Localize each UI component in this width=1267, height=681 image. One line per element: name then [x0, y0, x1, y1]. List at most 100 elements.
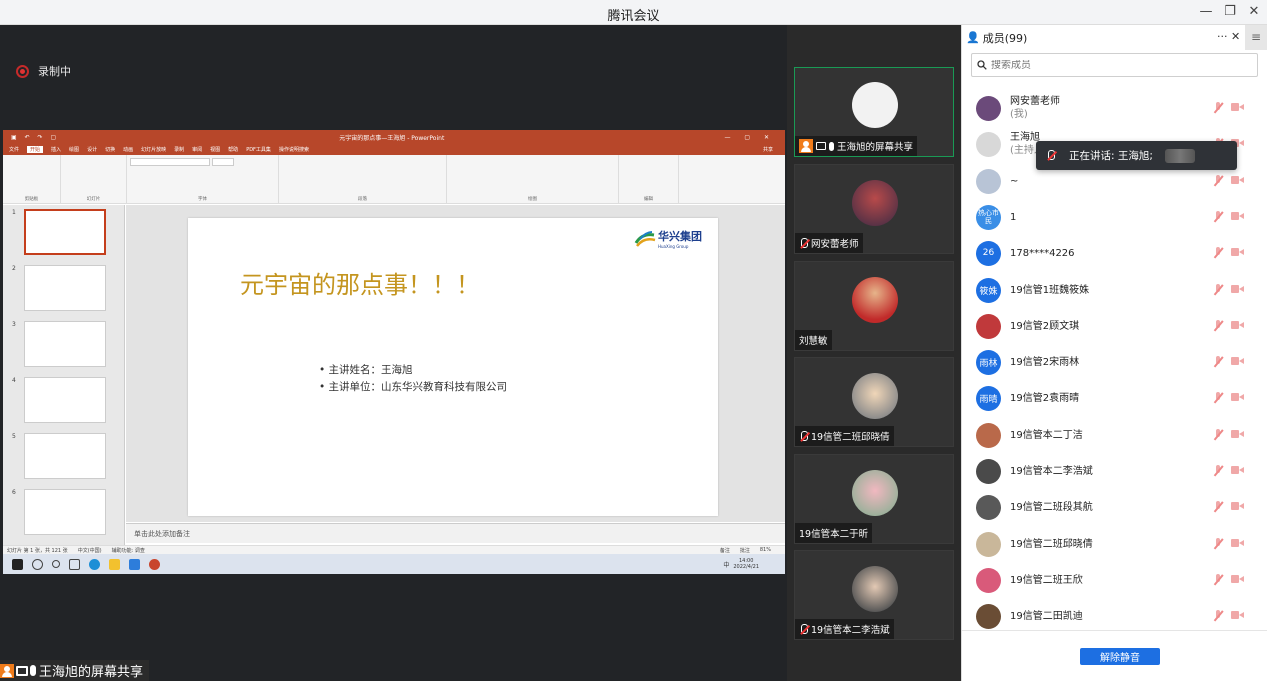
- member-name: 19信管二班段其航: [1010, 501, 1093, 513]
- screen-share-icon: [816, 142, 826, 150]
- member-avatar: [976, 494, 1001, 520]
- ppt-status-bar: 幻灯片 第 1 张，共 121 张 中文(中国) 辅助功能: 调查 备注 批注 …: [3, 545, 785, 554]
- ppt-menu-animations: 动画: [123, 147, 134, 153]
- ribbon-group-editing: 编辑: [619, 155, 679, 203]
- member-name: 19信管本二李浩斌: [1010, 465, 1093, 477]
- member-row[interactable]: 雨晴 19信管2袁雨晴: [976, 383, 1258, 413]
- member-row[interactable]: ~: [976, 166, 1258, 196]
- ppt-menu-help: 帮助: [228, 147, 239, 153]
- camera-off-icon[interactable]: [1231, 610, 1244, 620]
- panel-menu-button[interactable]: ≡: [1245, 25, 1267, 50]
- status-comments: 批注: [739, 547, 750, 554]
- member-row[interactable]: 26 178****4226: [976, 238, 1258, 268]
- member-name: 19信管2宋雨林: [1010, 356, 1080, 368]
- recording-indicator[interactable]: 录制中: [16, 63, 71, 79]
- mic-off-icon[interactable]: [1213, 284, 1223, 296]
- member-row[interactable]: 19信管二班邱晓倩: [976, 529, 1258, 559]
- video-tile[interactable]: 19信管本二于昕: [794, 454, 954, 544]
- more-options-button[interactable]: ···: [1217, 30, 1228, 43]
- slide-thumbnail: [24, 321, 106, 367]
- restore-button[interactable]: ❐: [1218, 2, 1242, 22]
- mic-off-icon[interactable]: [1213, 102, 1223, 114]
- ppt-quick-access-icon: ▣ ↶ ↷ ▢: [11, 133, 60, 141]
- camera-off-icon[interactable]: [1231, 356, 1244, 366]
- mic-off-icon[interactable]: [1213, 538, 1223, 550]
- camera-off-icon[interactable]: [1231, 102, 1244, 112]
- member-row[interactable]: 19信管本二丁洁: [976, 420, 1258, 450]
- member-row[interactable]: 热心市民 1: [976, 202, 1258, 232]
- ribbon-group-drawing: 绘图: [447, 155, 619, 203]
- logo-text: 华兴集团: [658, 230, 702, 243]
- slide-thumbnail: [24, 209, 106, 255]
- camera-off-icon[interactable]: [1231, 465, 1244, 475]
- mic-off-icon[interactable]: [1213, 501, 1223, 513]
- mic-off-icon[interactable]: [1213, 175, 1223, 187]
- camera-off-icon[interactable]: [1231, 574, 1244, 584]
- ppt-menu-file: 文件: [9, 147, 20, 153]
- ppt-menu-tellme: 操作说明搜索: [278, 147, 309, 153]
- mic-off-icon[interactable]: [1213, 610, 1223, 622]
- ppt-menu-view: 视图: [210, 147, 221, 153]
- close-button[interactable]: ✕: [1242, 2, 1266, 22]
- panel-title: 成员(99): [982, 31, 1028, 45]
- ppt-menu-design: 设计: [87, 147, 98, 153]
- video-tile[interactable]: 19信管二班邱晓倩: [794, 357, 954, 447]
- member-avatar: 26: [976, 240, 1001, 266]
- mic-off-icon[interactable]: [1213, 392, 1223, 404]
- thumb-number: 3: [12, 321, 16, 328]
- windows-start-icon: [12, 558, 23, 570]
- member-avatar: [976, 458, 1001, 484]
- member-panel: 👤 成员(99) ··· ✕ ≡ 网安蕾老师(我) 王海旭(主持人) ~ 热心市…: [961, 25, 1267, 681]
- member-row[interactable]: 19信管二班段其航: [976, 492, 1258, 522]
- slide-thumbnail: [24, 433, 106, 479]
- camera-off-icon[interactable]: [1231, 501, 1244, 511]
- member-row[interactable]: 19信管二班王欣: [976, 565, 1258, 595]
- tile-label: 19信管本二于昕: [795, 523, 873, 543]
- video-tile[interactable]: 刘慧敏: [794, 261, 954, 351]
- camera-off-icon[interactable]: [1231, 175, 1244, 185]
- mic-off-icon[interactable]: [1213, 211, 1223, 223]
- ppt-ribbon: 剪贴板 幻灯片 字体 段落 绘图 编辑: [3, 155, 785, 204]
- camera-off-icon[interactable]: [1231, 247, 1244, 257]
- member-row[interactable]: 筱姝 19信管1班魏筱姝: [976, 275, 1258, 305]
- ppt-menu-pdf: PDF工具集: [246, 147, 271, 153]
- member-avatar: 雨林: [976, 349, 1001, 375]
- screen-share-icon: [16, 665, 28, 676]
- minimize-button[interactable]: —: [1194, 2, 1218, 22]
- camera-off-icon[interactable]: [1231, 538, 1244, 548]
- mic-icon: [829, 141, 834, 151]
- search-input[interactable]: [991, 59, 1231, 71]
- mic-off-icon[interactable]: [1213, 320, 1223, 332]
- camera-off-icon[interactable]: [1231, 392, 1244, 402]
- mic-off-icon[interactable]: [1213, 429, 1223, 441]
- ppt-menu-bar: 文件 开始 插入 绘图 设计 切换 动画 幻灯片放映 录制 审阅 视图 帮助 P…: [3, 144, 785, 155]
- member-name: ~: [1010, 175, 1019, 187]
- ribbon-group-paragraph: 段落: [279, 155, 447, 203]
- video-tile[interactable]: 网安蕾老师: [794, 164, 954, 254]
- panel-close-button[interactable]: ✕: [1231, 30, 1240, 43]
- video-tile[interactable]: 王海旭的屏幕共享: [794, 67, 954, 157]
- member-row[interactable]: 雨林 19信管2宋雨林: [976, 347, 1258, 377]
- speaking-indicator: 正在讲话: 王海旭;: [1036, 141, 1237, 170]
- member-row[interactable]: 19信管二田凯迪: [976, 601, 1258, 631]
- tile-label: 网安蕾老师: [795, 233, 863, 253]
- member-row[interactable]: 19信管本二李浩斌: [976, 456, 1258, 486]
- mic-off-icon[interactable]: [1213, 247, 1223, 259]
- tile-avatar: [852, 180, 898, 226]
- ppt-share-button: 共享: [762, 147, 773, 153]
- unmute-button[interactable]: 解除静音: [1080, 648, 1160, 665]
- title-bar: 腾讯会议 — ❐ ✕: [0, 0, 1267, 25]
- mic-off-icon[interactable]: [1213, 356, 1223, 368]
- camera-off-icon[interactable]: [1231, 429, 1244, 439]
- video-tile[interactable]: 19信管本二李浩斌: [794, 550, 954, 640]
- record-icon: [16, 64, 29, 78]
- tile-avatar: [852, 373, 898, 419]
- member-search[interactable]: [971, 53, 1258, 77]
- member-row[interactable]: 网安蕾老师 (我): [976, 93, 1258, 123]
- member-row[interactable]: 19信管2顾文琪: [976, 311, 1258, 341]
- camera-off-icon[interactable]: [1231, 211, 1244, 221]
- mic-off-icon[interactable]: [1213, 574, 1223, 586]
- camera-off-icon[interactable]: [1231, 320, 1244, 330]
- mic-off-icon[interactable]: [1213, 465, 1223, 477]
- camera-off-icon[interactable]: [1231, 284, 1244, 294]
